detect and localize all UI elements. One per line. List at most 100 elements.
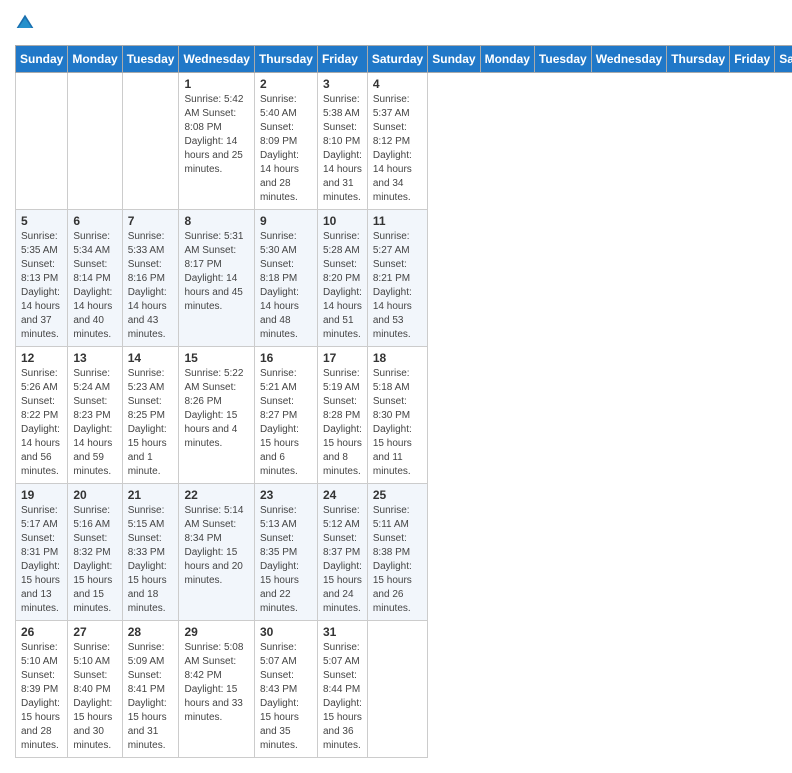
day-detail: Sunrise: 5:28 AM Sunset: 8:20 PM Dayligh… (323, 230, 362, 342)
day-detail: Sunrise: 5:10 AM Sunset: 8:39 PM Dayligh… (21, 641, 62, 753)
calendar-cell: 25 Sunrise: 5:11 AM Sunset: 8:38 PM Dayli… (367, 484, 427, 621)
calendar-week-row: 12 Sunrise: 5:26 AM Sunset: 8:22 PM Dayli… (16, 347, 792, 484)
day-detail: Sunrise: 5:23 AM Sunset: 8:25 PM Dayligh… (128, 367, 174, 479)
calendar-cell: 31 Sunrise: 5:07 AM Sunset: 8:44 PM Dayli… (317, 621, 367, 758)
calendar-cell: 15 Sunrise: 5:22 AM Sunset: 8:26 PM Dayli… (179, 347, 254, 484)
calendar-header-saturday: Saturday (367, 46, 427, 73)
calendar-header-tuesday: Tuesday (122, 46, 179, 73)
page-header (15, 15, 777, 35)
calendar-cell: 27 Sunrise: 5:10 AM Sunset: 8:40 PM Dayli… (68, 621, 122, 758)
calendar-cell (367, 621, 427, 758)
calendar-cell: 23 Sunrise: 5:13 AM Sunset: 8:35 PM Dayli… (254, 484, 317, 621)
day-number: 29 (184, 625, 248, 639)
day-number: 27 (73, 625, 116, 639)
day-detail: Sunrise: 5:21 AM Sunset: 8:27 PM Dayligh… (260, 367, 312, 479)
calendar-header-sunday: Sunday (428, 46, 480, 73)
calendar-cell: 12 Sunrise: 5:26 AM Sunset: 8:22 PM Dayli… (16, 347, 68, 484)
day-number: 16 (260, 351, 312, 365)
calendar-cell: 20 Sunrise: 5:16 AM Sunset: 8:32 PM Dayli… (68, 484, 122, 621)
day-detail: Sunrise: 5:42 AM Sunset: 8:08 PM Dayligh… (184, 93, 248, 177)
day-detail: Sunrise: 5:09 AM Sunset: 8:41 PM Dayligh… (128, 641, 174, 753)
day-number: 3 (323, 77, 362, 91)
calendar-cell: 26 Sunrise: 5:10 AM Sunset: 8:39 PM Dayli… (16, 621, 68, 758)
calendar-week-row: 26 Sunrise: 5:10 AM Sunset: 8:39 PM Dayli… (16, 621, 792, 758)
day-number: 12 (21, 351, 62, 365)
day-detail: Sunrise: 5:24 AM Sunset: 8:23 PM Dayligh… (73, 367, 116, 479)
day-number: 17 (323, 351, 362, 365)
calendar-week-row: 19 Sunrise: 5:17 AM Sunset: 8:31 PM Dayli… (16, 484, 792, 621)
day-number: 2 (260, 77, 312, 91)
day-detail: Sunrise: 5:27 AM Sunset: 8:21 PM Dayligh… (373, 230, 422, 342)
day-number: 21 (128, 488, 174, 502)
calendar-header-friday: Friday (730, 46, 775, 73)
day-detail: Sunrise: 5:11 AM Sunset: 8:38 PM Dayligh… (373, 504, 422, 616)
day-number: 9 (260, 214, 312, 228)
calendar-cell: 4Sunrise: 5:37 AM Sunset: 8:12 PM Daylig… (367, 73, 427, 210)
day-detail: Sunrise: 5:17 AM Sunset: 8:31 PM Dayligh… (21, 504, 62, 616)
calendar-cell (122, 73, 179, 210)
day-detail: Sunrise: 5:18 AM Sunset: 8:30 PM Dayligh… (373, 367, 422, 479)
calendar-header-thursday: Thursday (254, 46, 317, 73)
day-number: 5 (21, 214, 62, 228)
calendar-header-wednesday: Wednesday (179, 46, 254, 73)
day-number: 23 (260, 488, 312, 502)
calendar-cell: 3Sunrise: 5:38 AM Sunset: 8:10 PM Daylig… (317, 73, 367, 210)
calendar-cell (16, 73, 68, 210)
day-number: 8 (184, 214, 248, 228)
day-detail: Sunrise: 5:16 AM Sunset: 8:32 PM Dayligh… (73, 504, 116, 616)
day-number: 22 (184, 488, 248, 502)
day-detail: Sunrise: 5:08 AM Sunset: 8:42 PM Dayligh… (184, 641, 248, 725)
day-detail: Sunrise: 5:40 AM Sunset: 8:09 PM Dayligh… (260, 93, 312, 205)
calendar-cell: 24 Sunrise: 5:12 AM Sunset: 8:37 PM Dayli… (317, 484, 367, 621)
day-number: 14 (128, 351, 174, 365)
calendar-cell: 30 Sunrise: 5:07 AM Sunset: 8:43 PM Dayli… (254, 621, 317, 758)
day-number: 10 (323, 214, 362, 228)
day-detail: Sunrise: 5:35 AM Sunset: 8:13 PM Dayligh… (21, 230, 62, 342)
day-number: 26 (21, 625, 62, 639)
day-number: 31 (323, 625, 362, 639)
day-number: 1 (184, 77, 248, 91)
logo (15, 15, 39, 35)
day-number: 25 (373, 488, 422, 502)
day-detail: Sunrise: 5:13 AM Sunset: 8:35 PM Dayligh… (260, 504, 312, 616)
calendar-cell: 10 Sunrise: 5:28 AM Sunset: 8:20 PM Dayli… (317, 210, 367, 347)
calendar-cell: 13Sunrise: 5:24 AM Sunset: 8:23 PM Dayli… (68, 347, 122, 484)
day-detail: Sunrise: 5:30 AM Sunset: 8:18 PM Dayligh… (260, 230, 312, 342)
calendar-cell: 9 Sunrise: 5:30 AM Sunset: 8:18 PM Daylig… (254, 210, 317, 347)
day-number: 24 (323, 488, 362, 502)
calendar-header-saturday: Saturday (775, 46, 792, 73)
day-detail: Sunrise: 5:07 AM Sunset: 8:44 PM Dayligh… (323, 641, 362, 753)
day-detail: Sunrise: 5:22 AM Sunset: 8:26 PM Dayligh… (184, 367, 248, 451)
day-detail: Sunrise: 5:14 AM Sunset: 8:34 PM Dayligh… (184, 504, 248, 588)
day-number: 20 (73, 488, 116, 502)
calendar-cell: 1 Sunrise: 5:42 AM Sunset: 8:08 PM Daylig… (179, 73, 254, 210)
day-detail: Sunrise: 5:07 AM Sunset: 8:43 PM Dayligh… (260, 641, 312, 753)
logo-icon (15, 13, 35, 33)
calendar-cell: 18Sunrise: 5:18 AM Sunset: 8:30 PM Dayli… (367, 347, 427, 484)
calendar-cell: 5 Sunrise: 5:35 AM Sunset: 8:13 PM Daylig… (16, 210, 68, 347)
calendar-cell: 21 Sunrise: 5:15 AM Sunset: 8:33 PM Dayli… (122, 484, 179, 621)
calendar-cell: 6Sunrise: 5:34 AM Sunset: 8:14 PM Daylig… (68, 210, 122, 347)
calendar-cell: 17Sunrise: 5:19 AM Sunset: 8:28 PM Dayli… (317, 347, 367, 484)
day-detail: Sunrise: 5:15 AM Sunset: 8:33 PM Dayligh… (128, 504, 174, 616)
calendar-cell (68, 73, 122, 210)
day-detail: Sunrise: 5:26 AM Sunset: 8:22 PM Dayligh… (21, 367, 62, 479)
day-number: 15 (184, 351, 248, 365)
calendar-cell: 14 Sunrise: 5:23 AM Sunset: 8:25 PM Dayli… (122, 347, 179, 484)
day-number: 30 (260, 625, 312, 639)
day-detail: Sunrise: 5:10 AM Sunset: 8:40 PM Dayligh… (73, 641, 116, 753)
calendar-header-monday: Monday (68, 46, 122, 73)
calendar-header-tuesday: Tuesday (534, 46, 591, 73)
day-number: 19 (21, 488, 62, 502)
calendar-cell: 19 Sunrise: 5:17 AM Sunset: 8:31 PM Dayli… (16, 484, 68, 621)
calendar-header-friday: Friday (317, 46, 367, 73)
calendar-header-sunday: Sunday (16, 46, 68, 73)
day-number: 6 (73, 214, 116, 228)
calendar-cell: 28 Sunrise: 5:09 AM Sunset: 8:41 PM Dayli… (122, 621, 179, 758)
day-number: 11 (373, 214, 422, 228)
day-number: 28 (128, 625, 174, 639)
day-detail: Sunrise: 5:31 AM Sunset: 8:17 PM Dayligh… (184, 230, 248, 314)
calendar-cell: 29 Sunrise: 5:08 AM Sunset: 8:42 PM Dayli… (179, 621, 254, 758)
day-detail: Sunrise: 5:12 AM Sunset: 8:37 PM Dayligh… (323, 504, 362, 616)
calendar-header-thursday: Thursday (667, 46, 730, 73)
